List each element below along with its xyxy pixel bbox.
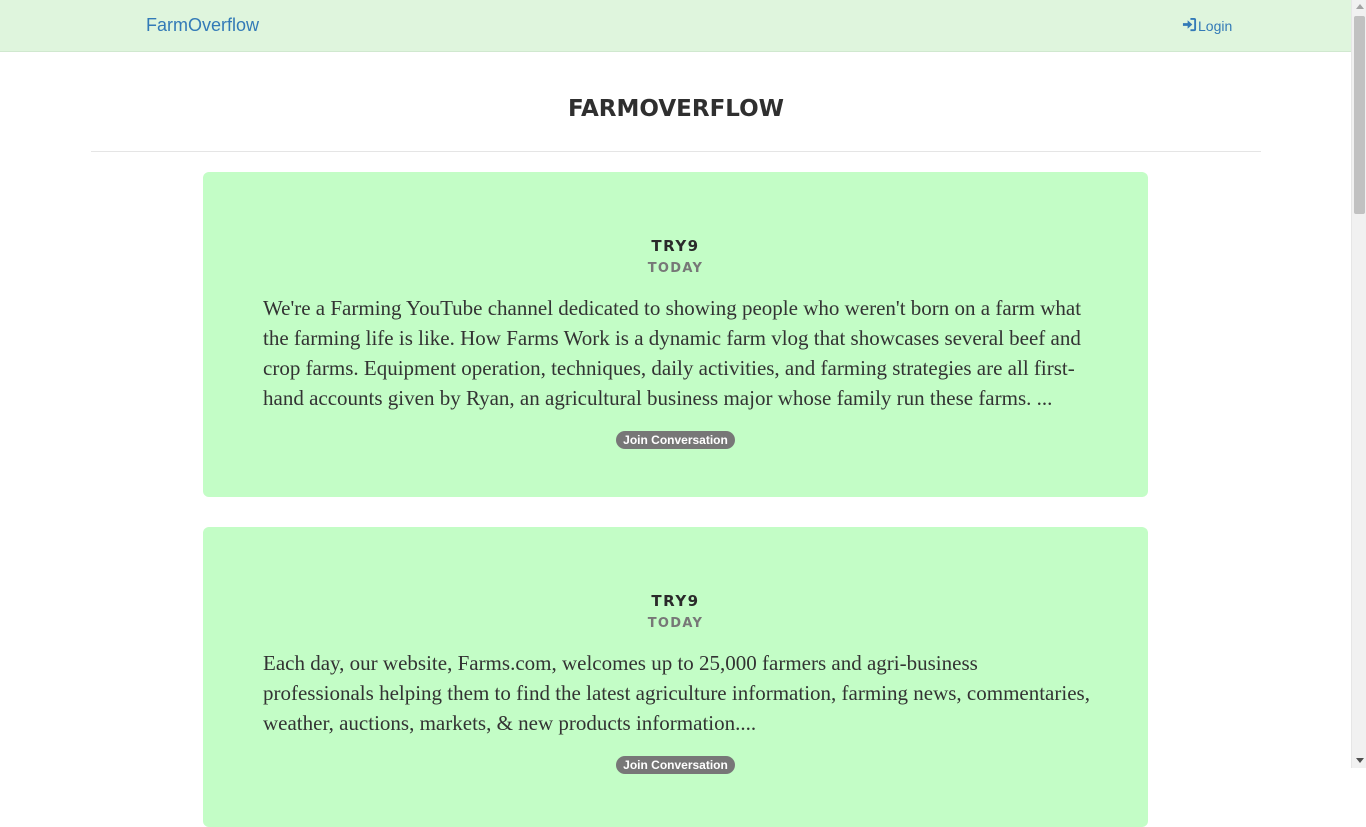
post-date: TODAY [647, 261, 704, 276]
scroll-up-arrow-icon[interactable] [1356, 4, 1364, 9]
vertical-scrollbar[interactable] [1351, 0, 1366, 768]
brand-link[interactable]: FarmOverflow [146, 15, 259, 36]
post-body: Each day, our website, Farms.com, welcom… [263, 651, 1090, 735]
post-date: TODAY [647, 616, 704, 631]
top-navbar: FarmOverflow Login [0, 0, 1351, 52]
page-header: FarmOverflow [91, 52, 1261, 152]
page-title: FarmOverflow [567, 85, 785, 124]
scrollbar-thumb[interactable] [1354, 16, 1365, 214]
sign-in-icon [1182, 17, 1197, 35]
login-link[interactable]: Login [1182, 17, 1232, 35]
post-card: TRY9 TODAY Each day, our website, Farms.… [203, 527, 1148, 827]
post-author: TRY9 [651, 592, 700, 610]
join-conversation-button[interactable]: Join Conversation [616, 756, 735, 774]
post-card: TRY9 TODAY We're a Farming YouTube chann… [203, 172, 1148, 497]
post-author: TRY9 [651, 237, 700, 255]
scroll-down-arrow-icon[interactable] [1356, 758, 1364, 763]
login-label: Login [1198, 18, 1233, 34]
join-conversation-button[interactable]: Join Conversation [616, 431, 735, 449]
post-body: We're a Farming YouTube channel dedicate… [263, 296, 1082, 410]
